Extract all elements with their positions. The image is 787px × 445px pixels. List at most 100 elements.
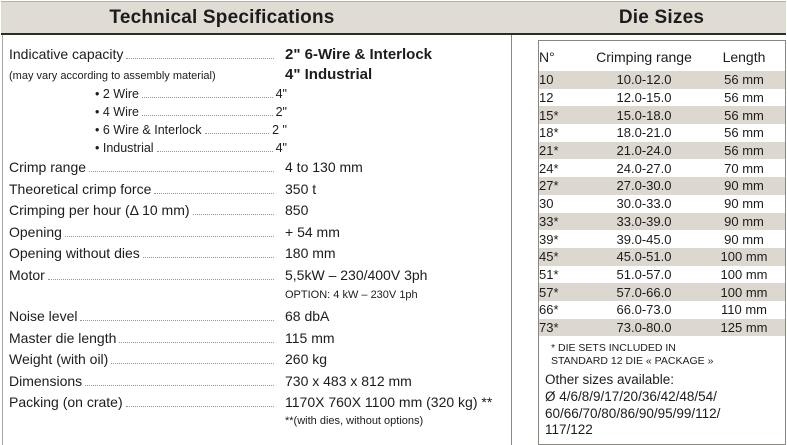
capacity-bullet-row: • 6 Wire & Interlock 2 ": [95, 121, 287, 139]
spec-row-opening-without-dies: Opening without dies 180 mm: [9, 243, 511, 265]
die-table-row: 51*51.0-57.0100 mm: [539, 266, 785, 284]
die-range-cell: 21.0-24.0: [585, 142, 703, 160]
column-header-crimping-range: Crimping range: [585, 43, 703, 71]
dotted-leader: [48, 279, 274, 280]
die-table-row: 66*66.0-73.0110 mm: [539, 301, 785, 319]
die-number-cell: 30: [539, 195, 585, 213]
spec-value: 68 dbA: [277, 306, 329, 328]
die-length-cell: 56 mm: [703, 124, 785, 142]
die-number-cell: 57*: [539, 283, 585, 301]
spec-value: 850: [277, 200, 308, 222]
technical-specifications-title: Technical Specifications: [2, 7, 442, 29]
die-length-cell: 56 mm: [703, 142, 785, 160]
spec-lead: Packing (on crate): [9, 392, 277, 414]
other-sizes-line: 117/122: [545, 422, 785, 439]
die-length-cell: 70 mm: [703, 159, 785, 177]
die-table-row: 3030.0-33.090 mm: [539, 195, 785, 213]
die-length-cell: 100 mm: [703, 283, 785, 301]
die-number-cell: 51*: [539, 266, 585, 284]
spec-row-opening: Opening + 54 mm: [9, 222, 511, 244]
bullet-value: 2 ": [272, 121, 287, 139]
dotted-leader: [157, 151, 273, 152]
dotted-leader: [111, 363, 274, 364]
die-table-row: 33*33.0-39.090 mm: [539, 213, 785, 231]
die-range-cell: 12.0-15.0: [585, 89, 703, 107]
spec-value: 180 mm: [277, 243, 336, 265]
footnote-line: * DIE SETS INCLUDED IN: [551, 342, 785, 355]
die-number-cell: 33*: [539, 213, 585, 231]
die-range-cell: 57.0-66.0: [585, 283, 703, 301]
die-number-cell: 24*: [539, 159, 585, 177]
die-table-row: 18*18.0-21.056 mm: [539, 124, 785, 142]
dotted-leader: [80, 320, 274, 321]
bullet-label: • 4 Wire: [95, 103, 139, 121]
spec-lead: Motor: [9, 265, 277, 287]
die-length-cell: 100 mm: [703, 266, 785, 284]
dotted-leader: [126, 58, 274, 59]
spec-lead: Theoretical crimp force: [9, 179, 277, 201]
die-length-cell: 125 mm: [703, 319, 785, 337]
die-range-cell: 18.0-21.0: [585, 124, 703, 142]
spec-value: + 54 mm: [277, 222, 340, 244]
spec-value: 730 x 483 x 812 mm: [277, 371, 412, 393]
spec-lead: Master die length: [9, 328, 277, 350]
spec-lead: Crimp range: [9, 157, 277, 179]
die-number-cell: 45*: [539, 248, 585, 266]
spec-row-crimping-per-hour: Crimping per hour (Δ 10 mm) 850: [9, 200, 511, 222]
other-sizes-line: 60/66/70/80/86/90/95/99/112/: [545, 406, 785, 423]
spec-lead: Opening without dies: [9, 243, 277, 265]
die-table-row: 1010.0-12.056 mm: [539, 71, 785, 89]
die-range-cell: 51.0-57.0: [585, 266, 703, 284]
die-range-cell: 30.0-33.0: [585, 195, 703, 213]
bullet-label: • 2 Wire: [95, 85, 139, 103]
die-table-row: 57*57.0-66.0100 mm: [539, 283, 785, 301]
die-number-cell: 21*: [539, 142, 585, 160]
spec-label: Weight (with oil): [9, 349, 108, 371]
capacity-bullet-row: • Industrial 4": [95, 139, 287, 157]
spec-row-dimensions: Dimensions 730 x 483 x 812 mm: [9, 371, 511, 393]
die-range-cell: 27.0-30.0: [585, 177, 703, 195]
die-range-cell: 73.0-80.0: [585, 319, 703, 337]
other-sizes-line: Ø 4/6/8/9/17/20/36/42/48/54/: [545, 389, 785, 406]
spec-row-weight: Weight (with oil) 260 kg: [9, 349, 511, 371]
column-header-length: Length: [703, 43, 785, 71]
spec-lead: Weight (with oil): [9, 349, 277, 371]
die-range-cell: 10.0-12.0: [585, 71, 703, 89]
spec-lead: Dimensions: [9, 371, 277, 393]
spec-row-may-vary: (may vary according to assembly material…: [9, 65, 511, 85]
spec-value: 5,5kW – 230/400V 3ph: [277, 265, 427, 287]
die-length-cell: 90 mm: [703, 195, 785, 213]
spec-row-indicative-capacity: Indicative capacity 2" 6-Wire & Interloc…: [9, 44, 511, 65]
spec-label: Theoretical crimp force: [9, 179, 151, 201]
packing-note: **(with dies, without options): [9, 414, 511, 430]
spec-value: 4" Industrial: [277, 65, 372, 85]
datasheet-page: Technical Specifications Die Sizes Indic…: [0, 0, 787, 445]
die-length-cell: 90 mm: [703, 177, 785, 195]
spec-sublabel: (may vary according to assembly material…: [9, 66, 216, 86]
spec-label: Dimensions: [9, 371, 82, 393]
die-sizes-title: Die Sizes: [538, 7, 785, 29]
die-range-cell: 39.0-45.0: [585, 230, 703, 248]
die-range-cell: 66.0-73.0: [585, 301, 703, 319]
spec-value: 350 t: [277, 179, 316, 201]
spec-row-packing: Packing (on crate) 1170X 760X 1100 mm (3…: [9, 392, 511, 414]
die-table-row: 27*27.0-30.090 mm: [539, 177, 785, 195]
die-sizes-table: N° Crimping range Length 1010.0-12.056 m…: [539, 43, 785, 336]
bullet-value: 4": [276, 85, 287, 103]
die-table-row: 15*15.0-18.056 mm: [539, 106, 785, 124]
other-sizes-label: Other sizes available:: [545, 372, 785, 387]
dotted-leader: [85, 385, 274, 386]
die-length-cell: 56 mm: [703, 89, 785, 107]
spec-label: Noise level: [9, 306, 77, 328]
spec-row-master-die-length: Master die length 115 mm: [9, 328, 511, 350]
spec-row-theoretical-crimp-force: Theoretical crimp force 350 t: [9, 179, 511, 201]
die-number-cell: 39*: [539, 230, 585, 248]
capacity-bullet-row: • 4 Wire 2": [95, 103, 287, 121]
spec-lead: Indicative capacity: [9, 44, 277, 65]
spec-value: 2" 6-Wire & Interlock: [277, 44, 432, 65]
spec-label: Crimp range: [9, 157, 86, 179]
dotted-leader: [89, 171, 274, 172]
die-range-cell: 24.0-27.0: [585, 159, 703, 177]
die-range-cell: 45.0-51.0: [585, 248, 703, 266]
spec-label: Opening: [9, 222, 62, 244]
